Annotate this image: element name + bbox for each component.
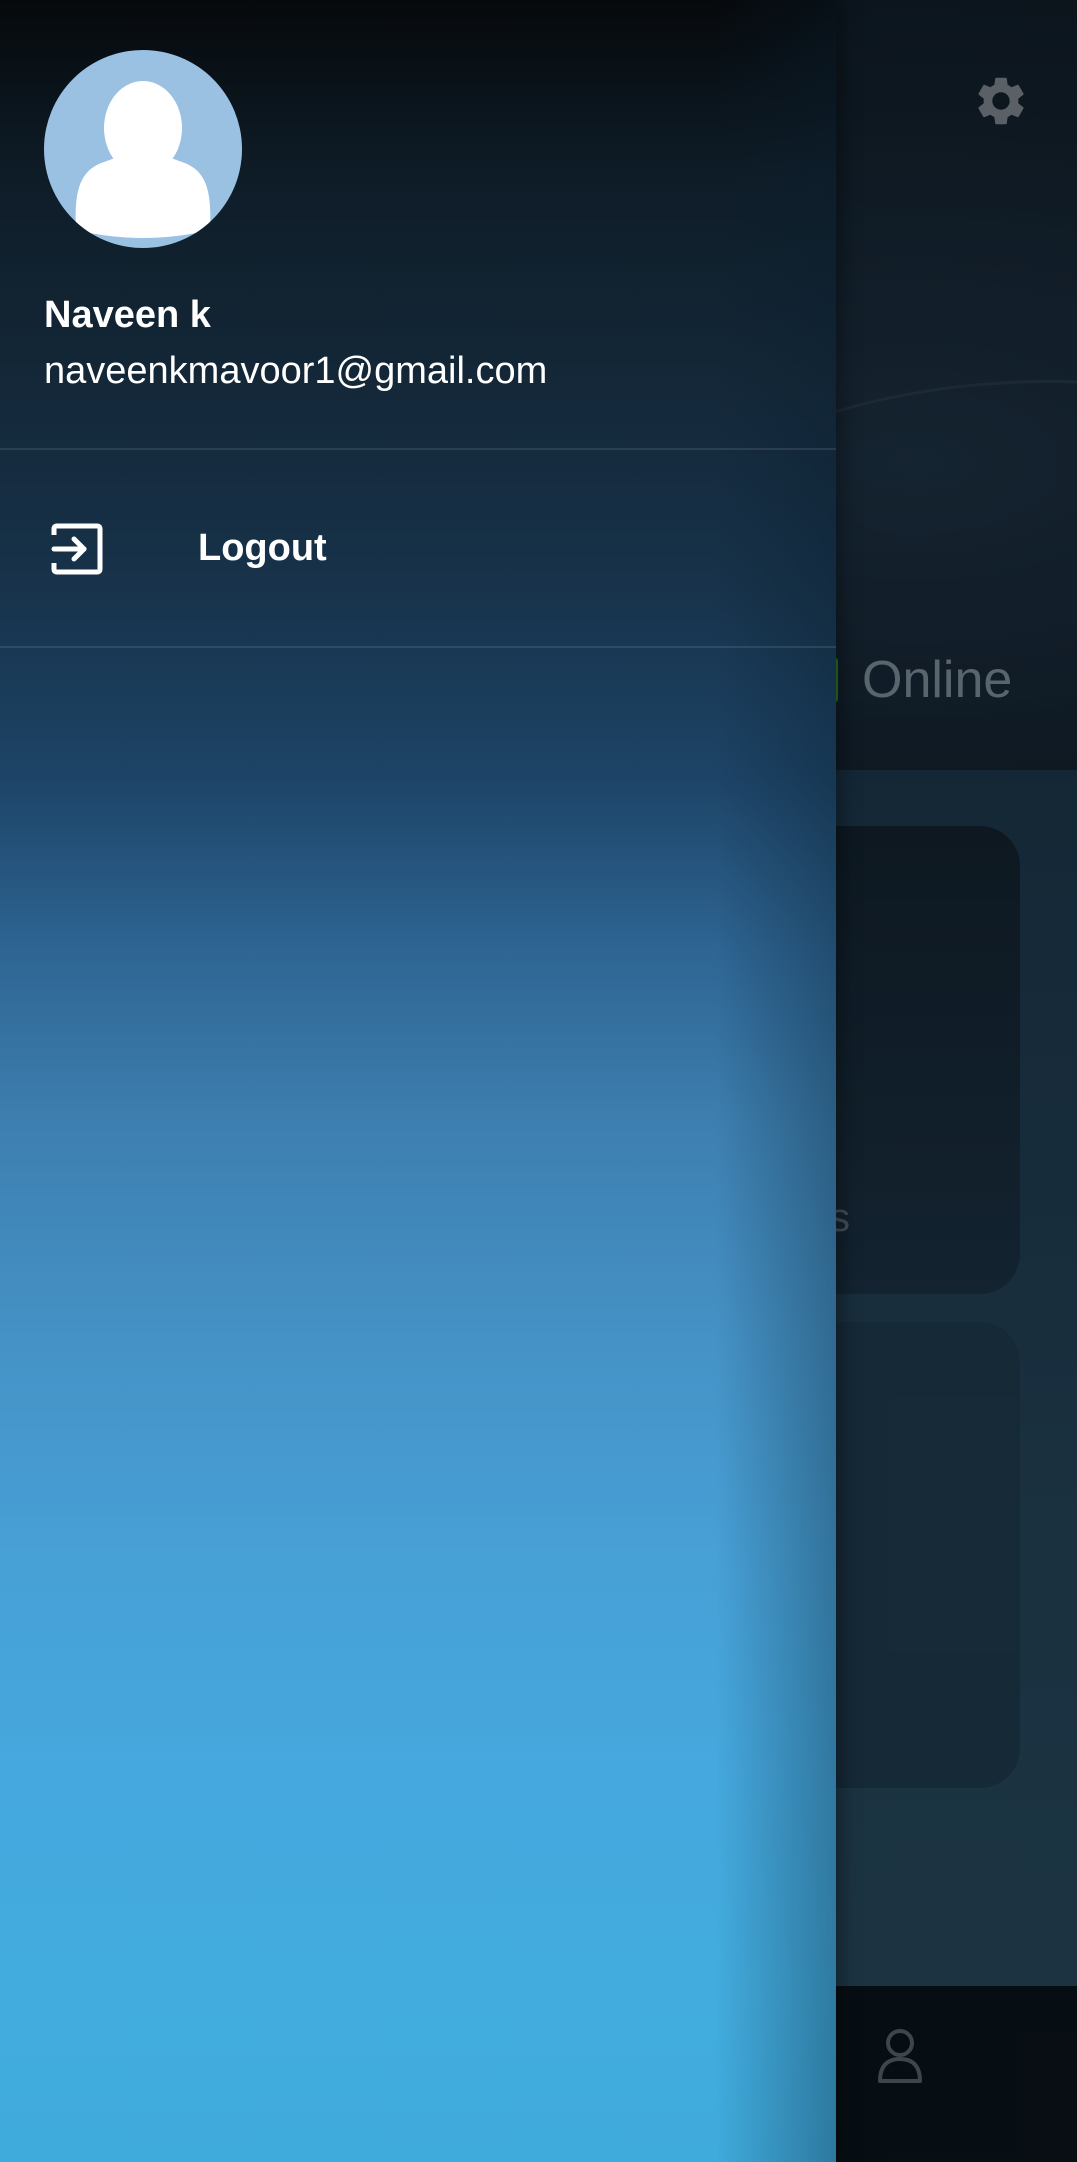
drawer-edge-shade bbox=[716, 0, 836, 2162]
logout-menu-item[interactable]: Logout bbox=[0, 450, 836, 646]
logout-label: Logout bbox=[198, 527, 327, 569]
divider bbox=[0, 646, 836, 648]
screen: Online s Naveen k naveenkmavoor1@gmail.c… bbox=[0, 0, 1077, 2162]
default-avatar-icon bbox=[75, 81, 211, 238]
user-name: Naveen k bbox=[44, 294, 211, 336]
logout-icon bbox=[51, 523, 103, 575]
avatar[interactable] bbox=[44, 50, 242, 248]
user-email: naveenkmavoor1@gmail.com bbox=[44, 350, 548, 392]
navigation-drawer: Naveen k naveenkmavoor1@gmail.com Logout bbox=[0, 0, 836, 2162]
